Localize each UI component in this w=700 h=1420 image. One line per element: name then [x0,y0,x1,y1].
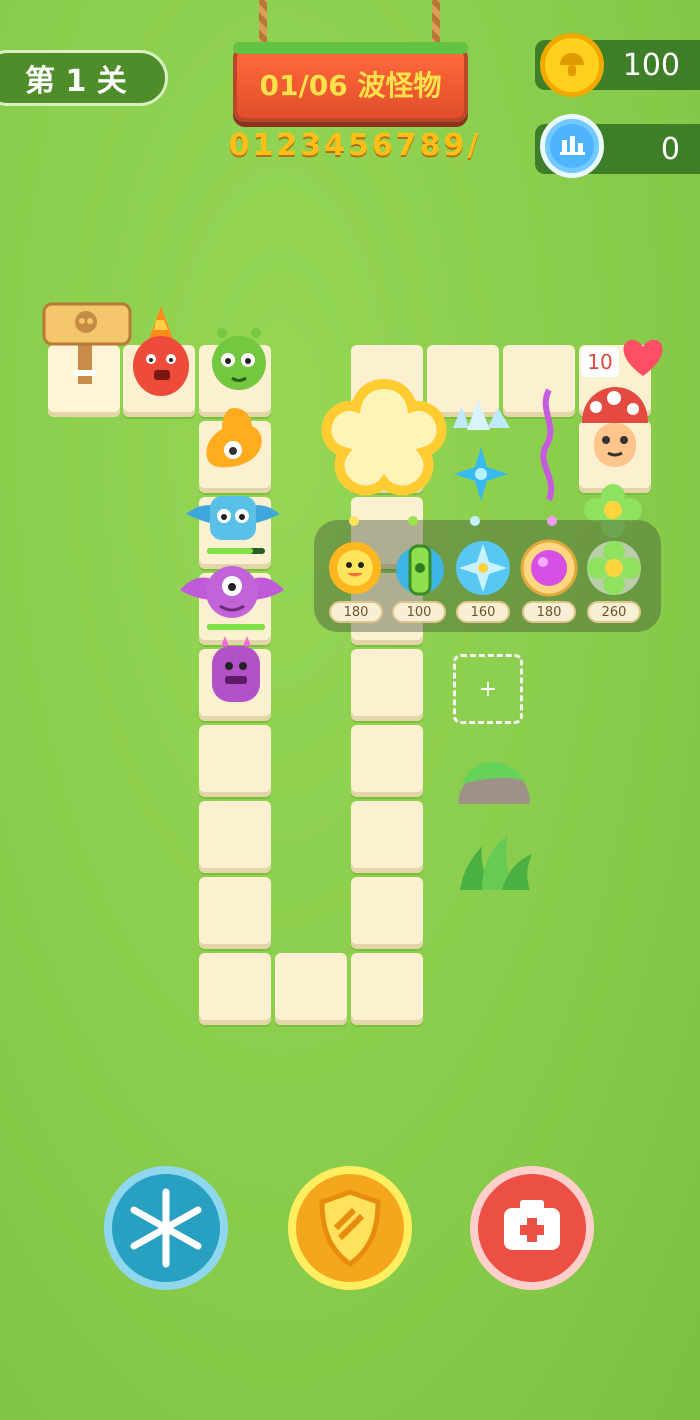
score-value: 0 [660,131,680,167]
green-indicator-icon [408,516,418,526]
base-hearts-value: 10 [581,347,619,377]
heal-button[interactable] [470,1166,594,1290]
mushroom-base-icon [582,387,648,467]
price-sunflower: 180 [329,601,383,623]
digit-sample: 0123456789/ [228,128,482,163]
price-orb: 180 [522,601,576,623]
freeze-button[interactable] [104,1166,228,1290]
price-ice: 160 [456,601,510,623]
plank-grass [233,42,468,54]
medkit-icon [504,1200,560,1250]
shield-button[interactable] [288,1166,412,1290]
path-tile [199,801,271,873]
sun-indicator-icon [349,516,359,526]
price-bottle: 100 [392,601,446,623]
ice-indicator-icon [470,516,480,526]
purple-vine-icon [540,388,555,502]
level-indicator: 第 1 关 [0,50,168,106]
coins-value: 100 [622,47,680,83]
green-bottle-icon [396,544,444,596]
path-tile [199,953,271,1025]
blue-monster-health-bar [207,548,265,554]
empty-build-slot[interactable]: + [453,654,523,724]
tower-option-bottle[interactable] [392,538,448,598]
blue-bat-monster-icon [186,496,280,540]
tower-option-orb[interactable] [519,538,579,598]
price-flower: 260 [587,601,641,623]
path-tile [199,877,271,949]
snowflake-icon [130,1188,202,1268]
orange-blob-monster-icon [206,408,262,468]
purple-bat-monster-icon [180,566,284,618]
ice-crystal-icon [456,541,510,595]
plus-icon: + [478,676,498,702]
path-tile [351,877,423,949]
purple-orb-icon [520,539,578,597]
purple-monster-health-bar [207,624,265,630]
selected-slot-highlight [321,378,447,496]
level-label: 第 1 关 [25,64,127,99]
wave-counter: 01/06 波怪物 [259,69,442,102]
wave-plank: 01/06 波怪物 [233,46,468,122]
path-tile [199,725,271,797]
green-flower-icon [587,541,641,595]
shield-icon [319,1189,381,1268]
rope-left [259,0,267,46]
ice-star-tower-icon [454,447,508,501]
path-tile [351,801,423,873]
bar-chart-icon [540,114,604,178]
path-tile [351,725,423,797]
tower-option-ice[interactable] [453,538,513,598]
path-tile [351,649,423,721]
mushroom-coin-icon [540,33,604,97]
purple-indicator-icon [547,516,557,526]
grass-tuft-icon [460,834,532,890]
path-tile [275,953,347,1025]
sunflower-icon [329,542,381,594]
green-blob-monster-icon [212,328,266,390]
ice-cluster-icon [453,400,510,430]
tower-option-sunflower[interactable] [325,538,385,598]
tower-option-flower[interactable] [584,538,644,598]
purple-horned-monster-icon [212,636,260,702]
rope-right [432,0,440,46]
path-tile [351,953,423,1025]
heart-icon [623,339,663,376]
red-party-monster-icon [133,306,189,396]
mossy-rock-icon [458,761,530,804]
skull-signpost-icon [42,302,132,384]
